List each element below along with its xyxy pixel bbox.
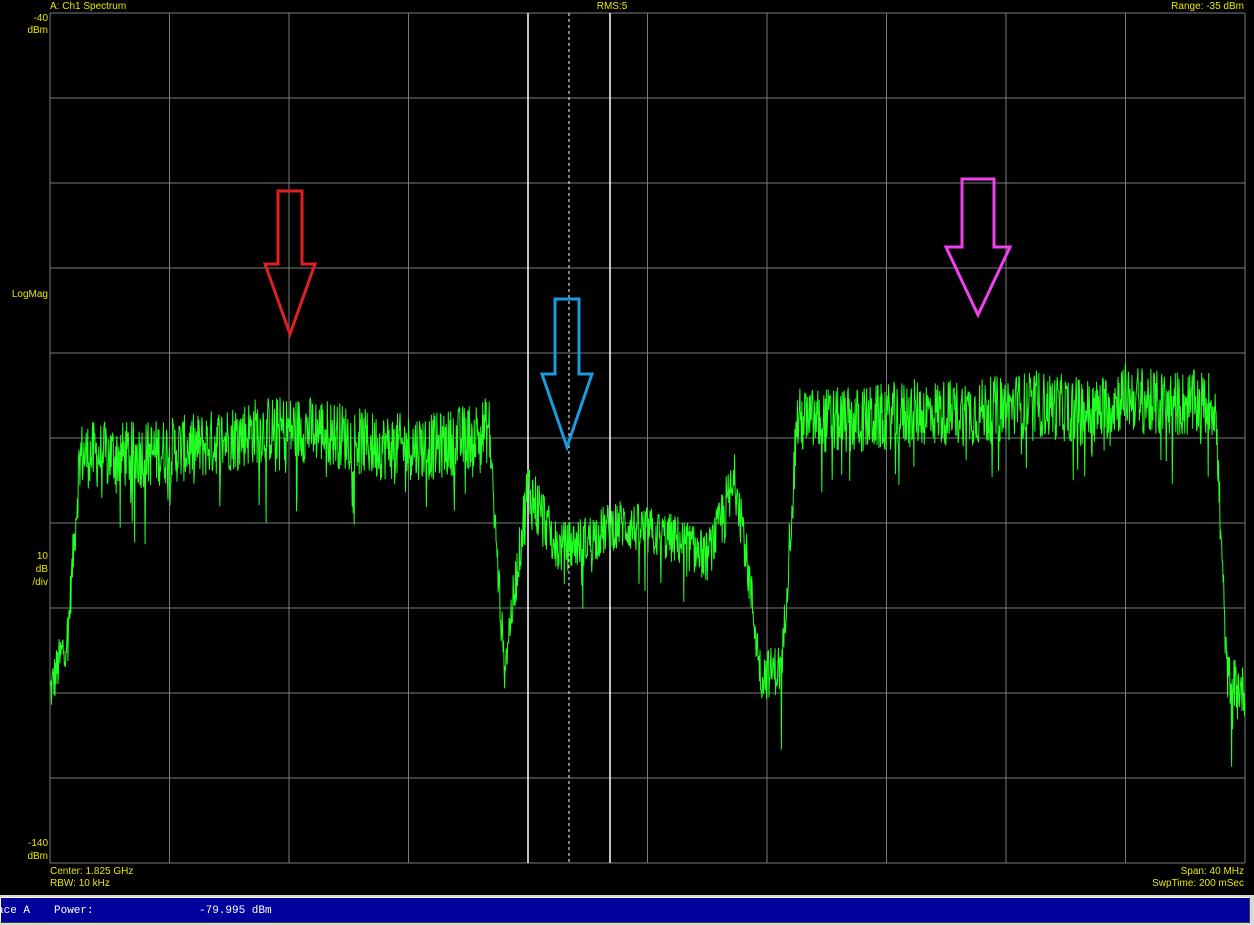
scale-per-div-suffix: /div — [32, 577, 48, 588]
center-frequency: Center: 1.825 GHz — [50, 866, 134, 877]
annotation-arrow-center-icon — [539, 297, 595, 452]
range-label: Range: -35 dBm — [1171, 1, 1244, 12]
graticule — [49, 12, 1246, 864]
y-top-unit: dBm — [27, 25, 48, 36]
y-bottom-unit: dBm — [27, 851, 48, 862]
scale-per-div-unit: dB — [35, 564, 48, 575]
trace-title: A: Ch1 Spectrum — [50, 1, 127, 12]
rbw-label: RBW: 10 kHz — [50, 878, 110, 889]
annotation-arrow-left-icon — [262, 189, 318, 339]
span-label: Span: 40 MHz — [1180, 866, 1244, 877]
status-trace-label: ace A — [0, 905, 31, 917]
sweep-time-label: SwpTime: 200 mSec — [1152, 878, 1244, 889]
detector-label: RMS:5 — [596, 1, 628, 12]
status-bar: ace A Power: -79.995 dBm — [0, 895, 1254, 925]
status-power-label: Power: — [54, 905, 94, 917]
y-top-value: -40 — [33, 13, 48, 24]
annotation-arrow-right-icon — [943, 177, 1013, 319]
status-bar-panel: ace A Power: -79.995 dBm — [0, 897, 1250, 923]
scale-per-div-value: 10 — [36, 551, 48, 562]
status-power-value: -79.995 dBm — [199, 905, 272, 917]
y-bottom-value: -140 — [27, 838, 48, 849]
scale-type-label: LogMag — [11, 289, 48, 300]
spectrum-plot[interactable] — [0, 0, 1254, 895]
